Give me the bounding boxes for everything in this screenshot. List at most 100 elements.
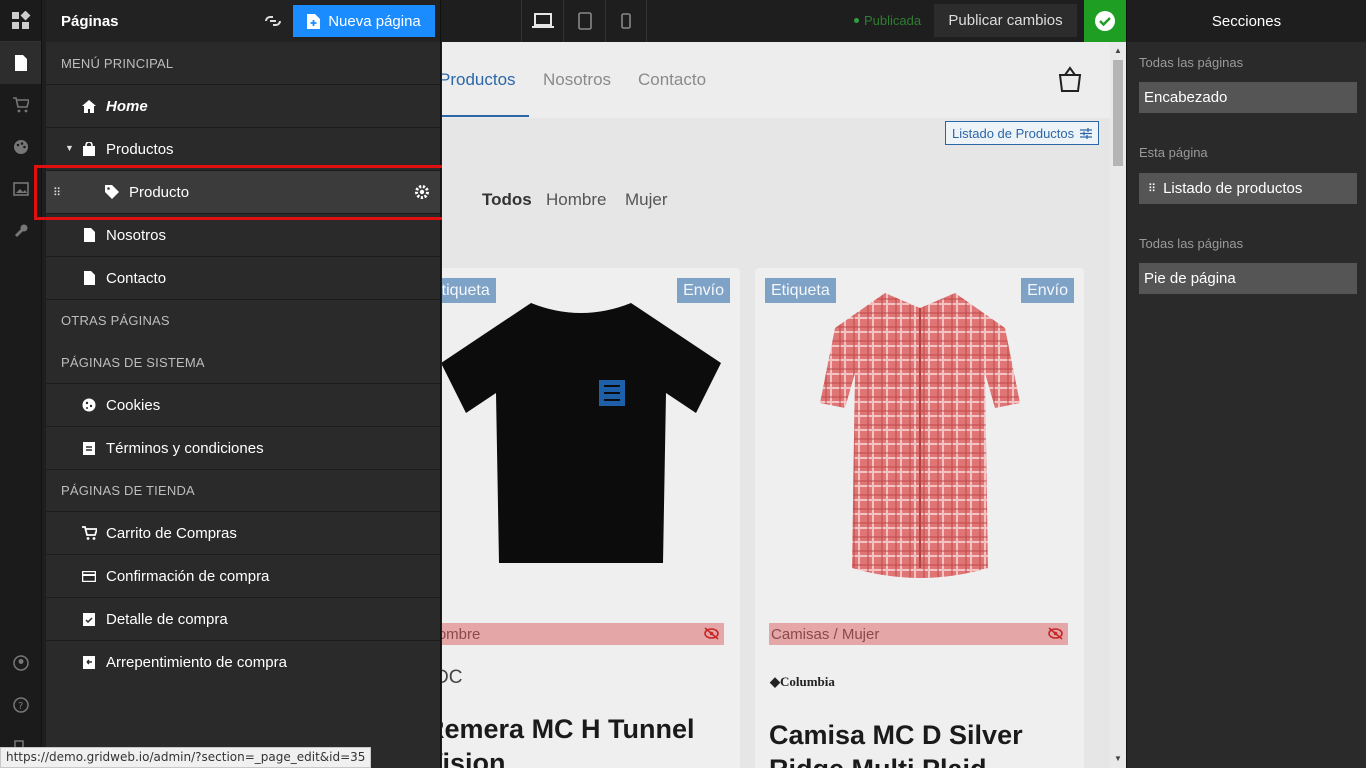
publish-status: Publicada (854, 13, 921, 28)
svg-text:?: ? (18, 701, 23, 712)
eye-hidden-icon[interactable] (1048, 627, 1063, 644)
bag-icon (81, 142, 97, 156)
category-bar: Hombre (442, 623, 724, 645)
brand-label: ◆Columbia (770, 674, 835, 689)
page-item-label: Detalle de compra (106, 610, 228, 628)
product-card[interactable]: Etiqueta Envío Hombre DC Remera MC H Tun… (442, 268, 740, 768)
product-image (442, 303, 721, 563)
wrench-rail-icon[interactable] (0, 210, 41, 252)
top-toolbar: Publicada Publicar cambios (442, 0, 1126, 42)
new-page-button[interactable]: Nueva página (293, 5, 435, 37)
filter-mujer[interactable]: Mujer (625, 190, 668, 210)
page-item-confirmacion[interactable]: Confirmación de compra (46, 554, 440, 597)
status-label: Publicada (864, 13, 922, 28)
card-icon (81, 570, 97, 582)
scroll-up-icon[interactable]: ▲ (1114, 46, 1122, 55)
scroll-down-icon[interactable]: ▼ (1114, 754, 1122, 763)
page-item-detalle[interactable]: Detalle de compra (46, 597, 440, 640)
section-group-label: Todas las páginas (1139, 55, 1244, 70)
new-page-label: Nueva página (328, 12, 421, 30)
product-title[interactable]: Remera MC H Tunnel Vision (442, 712, 725, 768)
section-item-label: Pie de página (1144, 270, 1236, 287)
block-tag-product-list[interactable]: Listado de Productos (945, 121, 1100, 145)
scroll-thumb[interactable] (1113, 60, 1123, 166)
gear-icon[interactable] (414, 184, 430, 204)
drag-handle-icon[interactable]: ⠿ (53, 186, 61, 199)
preview-canvas[interactable]: Productos Nosotros Contacto Listado de P… (442, 42, 1126, 768)
pages-panel: Páginas Nueva página MENÚ PRINCIPAL Home… (46, 0, 441, 768)
site-nav: Productos Nosotros Contacto (442, 42, 1110, 118)
nav-active-underline (442, 115, 529, 117)
tablet-view-icon[interactable] (563, 0, 605, 42)
nav-link-productos[interactable]: Productos (442, 70, 516, 90)
page-item-terminos[interactable]: Términos y condiciones (46, 426, 440, 469)
product-image (820, 293, 1020, 578)
product-card[interactable]: Etiqueta Envío Camisas / Mujer ◆Columbia… (755, 268, 1084, 768)
page-item-producto[interactable]: ⠿ Producto (46, 170, 440, 213)
status-dot-icon (854, 18, 859, 23)
page-item-cookies[interactable]: Cookies (46, 383, 440, 426)
section-item-encabezado[interactable]: Encabezado (1139, 82, 1357, 113)
link-icon[interactable] (264, 13, 282, 34)
section-item-label: Listado de productos (1163, 180, 1303, 197)
page-item-home[interactable]: Home (46, 84, 440, 127)
page-item-label: Producto (129, 183, 190, 201)
brand-label: DC (442, 667, 463, 688)
page-item-contacto[interactable]: Contacto (46, 256, 440, 299)
page-item-label: Nosotros (106, 226, 167, 244)
preview-scrollbar[interactable]: ▲ ▼ (1110, 42, 1126, 768)
desktop-view-icon[interactable] (521, 0, 563, 42)
page-item-label: Home (106, 97, 148, 115)
icon-rail: ? (0, 0, 42, 768)
nav-link-contacto[interactable]: Contacto (638, 70, 706, 90)
page-item-carrito[interactable]: Carrito de Compras (46, 511, 440, 554)
cookie-icon (81, 398, 97, 412)
page-item-label: Productos (106, 140, 174, 158)
section-item-pie[interactable]: Pie de página (1139, 263, 1357, 294)
page-item-nosotros[interactable]: Nosotros (46, 213, 440, 256)
filter-todos[interactable]: Todos (482, 190, 532, 210)
product-title[interactable]: Camisa MC D Silver Ridge Multi Plaid (769, 718, 1079, 768)
caret-down-icon[interactable]: ▼ (65, 143, 74, 153)
block-tag-label: Listado de Productos (952, 125, 1075, 141)
clipboard-icon (81, 441, 97, 455)
section-label-store-pages: PÁGINAS DE TIENDA (46, 469, 440, 511)
published-check-button[interactable] (1084, 0, 1126, 42)
cart-rail-icon[interactable] (0, 84, 41, 126)
section-item-label: Encabezado (1144, 89, 1228, 106)
return-clipboard-icon (81, 655, 97, 669)
drag-handle-icon[interactable]: ⠿ (1148, 182, 1156, 195)
pages-panel-title: Páginas (61, 12, 119, 30)
nav-link-nosotros[interactable]: Nosotros (543, 70, 611, 90)
file-icon (81, 271, 97, 285)
eye-hidden-icon[interactable] (704, 627, 719, 644)
shopping-bag-icon[interactable] (1058, 66, 1082, 97)
check-clipboard-icon (81, 612, 97, 626)
palette-rail-icon[interactable] (0, 126, 41, 168)
page-item-label: Arrepentimiento de compra (106, 653, 287, 671)
page-item-arrepentimiento[interactable]: Arrepentimiento de compra (46, 640, 440, 683)
app-logo-icon[interactable] (0, 0, 41, 42)
section-group-label: Esta página (1139, 145, 1208, 160)
mobile-view-icon[interactable] (605, 0, 647, 42)
add-file-icon (307, 13, 321, 29)
sliders-icon (1080, 127, 1093, 139)
image-rail-icon[interactable] (0, 168, 41, 210)
page-item-label: Carrito de Compras (106, 524, 237, 542)
section-label-main-menu: MENÚ PRINCIPAL (61, 55, 174, 71)
section-label-system-pages: PÁGINAS DE SISTEMA (61, 354, 205, 370)
section-item-listado[interactable]: ⠿ Listado de productos (1139, 173, 1357, 204)
help-rail-icon[interactable]: ? (0, 684, 42, 726)
category-bar: Camisas / Mujer (769, 623, 1068, 645)
cart-icon (81, 526, 97, 540)
account-rail-icon[interactable] (0, 642, 42, 684)
filter-hombre[interactable]: Hombre (546, 190, 606, 210)
home-icon (81, 99, 97, 113)
publish-changes-button[interactable]: Publicar cambios (934, 4, 1077, 37)
category-label: Camisas / Mujer (771, 625, 880, 643)
columbia-logo-icon: ◆ (770, 674, 780, 689)
pages-rail-icon[interactable] (0, 42, 41, 84)
check-circle-icon (1095, 11, 1115, 31)
page-item-productos[interactable]: ▼ Productos (46, 127, 440, 170)
section-group-label: Todas las páginas (1139, 236, 1244, 251)
